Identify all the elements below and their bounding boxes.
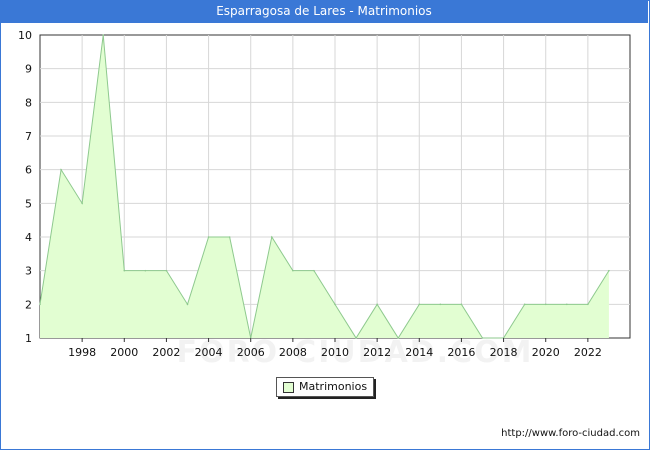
y-tick-label: 4 xyxy=(25,231,32,244)
x-tick-label: 2018 xyxy=(490,346,518,359)
data-point xyxy=(39,303,41,306)
data-point xyxy=(460,303,463,306)
y-tick-label: 2 xyxy=(25,298,32,311)
y-tick-label: 10 xyxy=(18,29,32,42)
x-tick-label: 2004 xyxy=(195,346,223,359)
data-point xyxy=(207,236,210,238)
legend-swatch-matrimonios xyxy=(283,382,294,393)
data-point xyxy=(481,337,484,339)
y-tick-label: 5 xyxy=(25,197,32,210)
data-point xyxy=(81,202,83,205)
data-point xyxy=(587,303,589,306)
data-point xyxy=(334,303,336,306)
data-point xyxy=(270,236,273,238)
data-point xyxy=(292,269,294,272)
data-point xyxy=(418,303,421,306)
y-tick-label: 8 xyxy=(25,96,32,109)
data-point xyxy=(523,303,526,306)
source-url: http://www.foro-ciudad.com xyxy=(501,428,640,439)
x-tick-label: 1998 xyxy=(68,346,96,359)
x-tick-label: 2022 xyxy=(574,346,602,359)
x-tick-label: 2010 xyxy=(321,346,349,359)
y-tick-label: 1 xyxy=(25,332,32,345)
y-axis: 1 2 3 4 5 6 7 8 9 10 xyxy=(18,29,32,345)
x-tick-label: 2020 xyxy=(532,346,560,359)
x-tick-label: 2012 xyxy=(363,346,391,359)
data-point xyxy=(228,236,231,238)
data-point xyxy=(60,168,62,171)
data-point xyxy=(123,269,126,272)
y-tick-label: 7 xyxy=(25,130,32,143)
data-point xyxy=(565,303,568,306)
watermark: FORO-CIUDAD.COM xyxy=(177,335,534,370)
data-point xyxy=(397,337,400,339)
x-tick-label: 2000 xyxy=(110,346,138,359)
x-tick-label: 2002 xyxy=(152,346,180,359)
x-tick-label: 2016 xyxy=(447,346,475,359)
data-point xyxy=(355,337,357,339)
data-point xyxy=(186,303,189,306)
data-point xyxy=(439,303,442,306)
data-point xyxy=(608,269,610,272)
x-tick-label: 2006 xyxy=(237,346,265,359)
data-point xyxy=(376,303,378,306)
y-tick-label: 3 xyxy=(25,265,32,278)
y-tick-label: 6 xyxy=(25,164,32,177)
y-tick-label: 9 xyxy=(25,63,32,76)
data-point xyxy=(165,269,168,272)
data-point xyxy=(313,269,315,272)
x-tick-label: 2008 xyxy=(279,346,307,359)
data-point xyxy=(102,34,105,36)
legend: Matrimonios xyxy=(276,377,374,397)
legend-label-matrimonios: Matrimonios xyxy=(299,380,368,393)
x-tick-label: 2014 xyxy=(405,346,433,359)
data-point xyxy=(144,269,147,272)
data-point xyxy=(544,303,547,306)
